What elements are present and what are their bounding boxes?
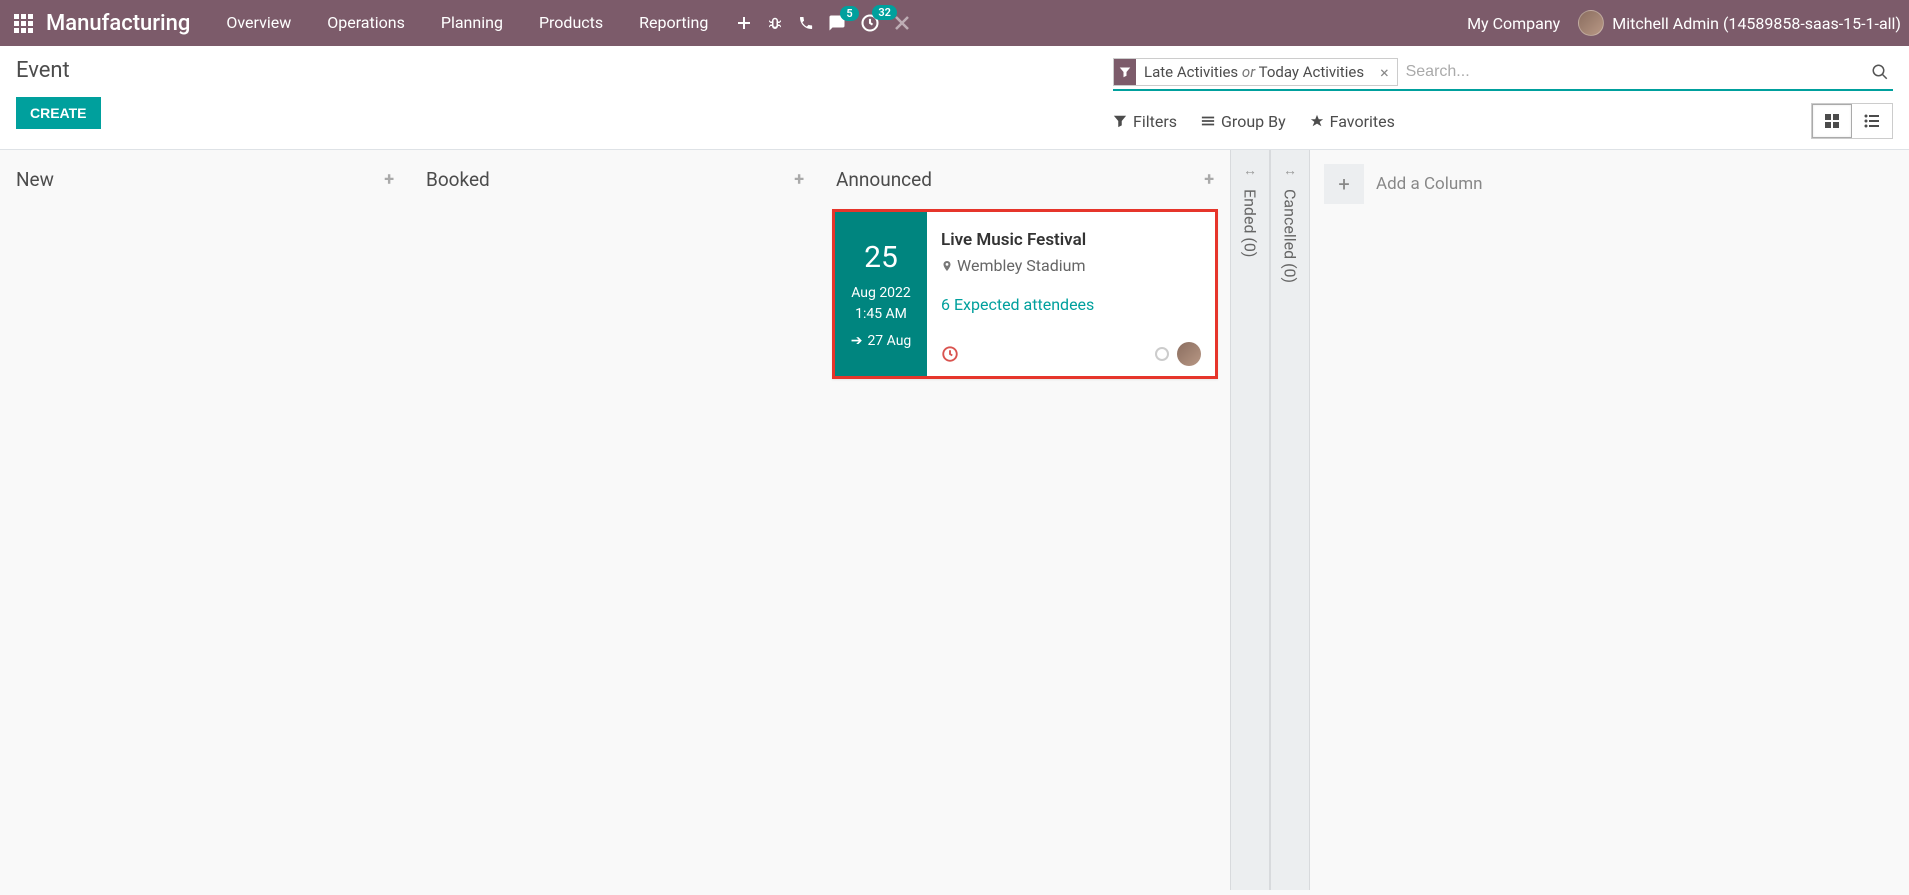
filter-icon [1114, 59, 1136, 85]
quick-create-icon[interactable]: + [794, 169, 804, 190]
kanban-column-announced: Announced + 25 Aug 2022 1:45 AM ➔ 27 Aug… [820, 150, 1230, 890]
card-location: Wembley Stadium [957, 256, 1085, 275]
quick-create-icon[interactable]: + [1204, 169, 1214, 190]
messages-icon[interactable]: 5 [828, 14, 846, 32]
kanban-column-new: New + [0, 150, 410, 890]
bug-icon[interactable] [766, 14, 784, 32]
messages-badge: 5 [840, 6, 858, 21]
main-menu: Overview Operations Planning Products Re… [208, 0, 726, 46]
company-selector[interactable]: My Company [1467, 14, 1560, 33]
user-menu[interactable]: Mitchell Admin (14589858-saas-15-1-all) [1578, 10, 1901, 36]
priority-icon[interactable] [1155, 347, 1169, 361]
control-panel: Event CREATE Late Activities or Today Ac… [0, 46, 1909, 150]
folded-title: Cancelled (0) [1281, 189, 1300, 283]
close-icon[interactable] [894, 15, 910, 31]
assignee-avatar-icon[interactable] [1177, 342, 1201, 366]
facet-part-2: Today Activities [1259, 63, 1364, 81]
list-view-button[interactable] [1852, 104, 1892, 138]
create-button[interactable]: CREATE [16, 97, 101, 129]
column-title[interactable]: New [16, 168, 54, 191]
kanban-view-button[interactable] [1812, 104, 1852, 138]
quick-create-icon[interactable]: + [384, 169, 394, 190]
search-input[interactable] [1398, 61, 1867, 83]
search-icon[interactable] [1867, 63, 1893, 81]
add-column-button[interactable]: + [1324, 164, 1364, 204]
search-bar: Late Activities or Today Activities × [1113, 58, 1893, 91]
menu-products[interactable]: Products [521, 0, 621, 46]
facet-or: or [1242, 63, 1255, 81]
kanban-board: New + Booked + Announced + 25 Aug 2022 1… [0, 150, 1909, 890]
add-column-section: + Add a Column [1310, 150, 1497, 890]
card-attendees[interactable]: 6 Expected attendees [941, 295, 1201, 314]
app-brand[interactable]: Manufacturing [46, 11, 190, 36]
card-time: 1:45 AM [851, 304, 911, 325]
activities-badge: 32 [872, 5, 897, 20]
menu-operations[interactable]: Operations [309, 0, 423, 46]
kanban-column-booked: Booked + [410, 150, 820, 890]
card-day: 25 [864, 240, 898, 275]
facet-part-1: Late Activities [1144, 63, 1238, 81]
kanban-column-cancelled-folded[interactable]: ↔ Cancelled (0) [1270, 150, 1310, 890]
user-avatar-icon [1578, 10, 1604, 36]
arrow-right-icon: ➔ [851, 333, 863, 349]
overdue-clock-icon[interactable] [941, 345, 959, 363]
column-title[interactable]: Announced [836, 168, 932, 191]
plus-icon[interactable] [736, 15, 752, 31]
location-pin-icon [941, 258, 953, 274]
user-name: Mitchell Admin (14589858-saas-15-1-all) [1612, 14, 1901, 33]
menu-planning[interactable]: Planning [423, 0, 521, 46]
view-switcher [1811, 103, 1893, 139]
card-title: Live Music Festival [941, 230, 1201, 250]
card-end-date: 27 Aug [867, 333, 911, 349]
filters-button[interactable]: Filters [1113, 112, 1177, 131]
top-navbar: Manufacturing Overview Operations Planni… [0, 0, 1909, 46]
facet-remove-icon[interactable]: × [1372, 63, 1397, 82]
card-date-panel: 25 Aug 2022 1:45 AM ➔ 27 Aug [835, 212, 927, 376]
phone-icon[interactable] [798, 15, 814, 31]
menu-reporting[interactable]: Reporting [621, 0, 726, 46]
event-card[interactable]: 25 Aug 2022 1:45 AM ➔ 27 Aug Live Music … [832, 209, 1218, 379]
favorites-button[interactable]: Favorites [1310, 112, 1395, 131]
search-facet: Late Activities or Today Activities × [1113, 58, 1398, 86]
menu-overview[interactable]: Overview [208, 0, 309, 46]
apps-icon[interactable] [8, 14, 38, 33]
kanban-column-ended-folded[interactable]: ↔ Ended (0) [1230, 150, 1270, 890]
add-column-label[interactable]: Add a Column [1376, 164, 1483, 204]
card-monthyear: Aug 2022 [851, 283, 911, 304]
folded-title: Ended (0) [1241, 189, 1260, 257]
activities-icon[interactable]: 32 [860, 13, 880, 33]
unfold-icon: ↔ [1243, 162, 1257, 179]
unfold-icon: ↔ [1283, 162, 1297, 179]
groupby-button[interactable]: Group By [1201, 112, 1286, 131]
column-title[interactable]: Booked [426, 168, 490, 191]
breadcrumb: Event [16, 58, 101, 83]
